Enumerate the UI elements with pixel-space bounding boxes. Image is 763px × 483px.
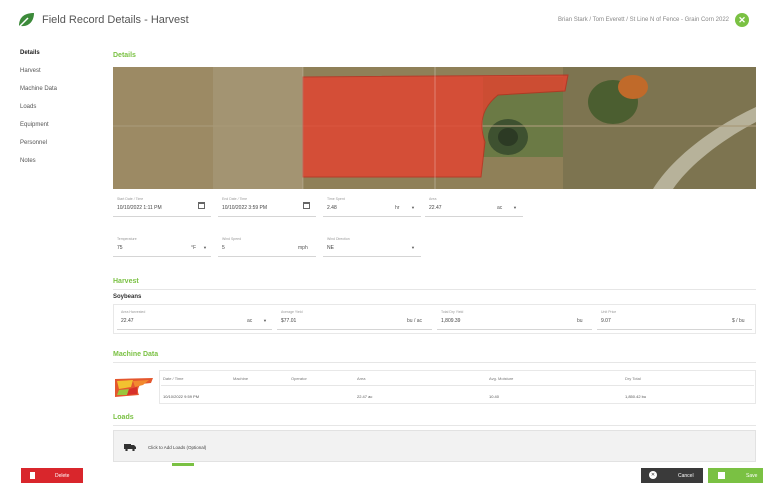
column-header: Operator: [291, 376, 307, 381]
divider: [113, 289, 756, 290]
field-value: 22.47: [429, 205, 442, 211]
calendar-icon[interactable]: [303, 202, 310, 209]
average-yield-field[interactable]: Average Yield $77.01 bu / ac: [277, 308, 432, 330]
chevron-down-icon[interactable]: ▼: [263, 318, 267, 323]
header: Field Record Details - Harvest Brian Sta…: [0, 0, 763, 40]
scroll-indicator: [172, 463, 194, 466]
field-value: 75: [117, 245, 123, 251]
leaf-logo-icon: [18, 13, 34, 28]
field-value: 9.07: [601, 318, 611, 324]
field-value: $77.01: [281, 318, 297, 324]
field-unit: mph: [298, 245, 308, 251]
field-value: NE: [327, 245, 334, 251]
field-map[interactable]: [113, 67, 756, 189]
details-section-title: Details: [113, 52, 136, 59]
sidebar-item-personnel[interactable]: Personnel: [0, 134, 100, 152]
breadcrumb[interactable]: Brian Stark / Tom Everett / St Line N of…: [558, 17, 729, 23]
save-button-label: Save: [746, 473, 758, 479]
field-label: Area: [429, 197, 437, 201]
sidebar-item-loads[interactable]: Loads: [0, 98, 100, 116]
chevron-down-icon[interactable]: ▼: [411, 205, 415, 210]
field-label: End Date / Time: [222, 197, 248, 201]
sidebar: Details Harvest Machine Data Loads Equip…: [0, 44, 100, 170]
field-unit: bu: [577, 318, 583, 324]
field-label: Wind Direction: [327, 237, 350, 241]
field-label: Average Yield: [281, 310, 303, 314]
truck-icon: [124, 444, 136, 451]
field-label: Area Harvested: [121, 310, 146, 314]
column-header: Avg. Moisture: [489, 376, 514, 381]
wind-direction-field[interactable]: Wind Direction NE ▼: [323, 235, 421, 257]
field-label: Time Spent: [327, 197, 345, 201]
field-label: Total Dry Yield: [441, 310, 464, 314]
trash-icon: [30, 472, 35, 479]
field-value: 5: [222, 245, 225, 251]
divider: [113, 362, 756, 363]
cancel-button[interactable]: ✕ Cancel: [641, 468, 703, 483]
column-header: Machine: [233, 376, 249, 381]
machine-data-table: [159, 370, 756, 404]
field-value: 1,809.39: [441, 318, 461, 324]
yield-map-thumbnail[interactable]: [113, 375, 155, 399]
divider: [113, 425, 756, 426]
area-harvested-field[interactable]: Area Harvested 22.47 ac ▼: [117, 308, 272, 330]
table-cell-moisture: 10.40: [489, 394, 500, 399]
sidebar-item-harvest[interactable]: Harvest: [0, 62, 100, 80]
calendar-icon[interactable]: [198, 202, 205, 209]
field-label: Temperature: [117, 237, 137, 241]
sidebar-item-details[interactable]: Details: [0, 44, 100, 62]
footer-actions: Delete ✕ Cancel Save: [0, 468, 763, 483]
loads-section-title: Loads: [113, 414, 134, 421]
field-value: 2.48: [327, 205, 337, 211]
add-loads-button[interactable]: Click to Add Loads (Optional): [113, 430, 756, 462]
page-title: Field Record Details - Harvest: [42, 14, 189, 26]
app-window: Field Record Details - Harvest Brian Sta…: [0, 0, 763, 483]
end-datetime-field[interactable]: End Date / Time 10/10/2022 3:59 PM: [218, 195, 316, 217]
field-unit: bu / ac: [407, 318, 423, 324]
sidebar-item-equipment[interactable]: Equipment: [0, 116, 100, 134]
column-header: Date / Time: [163, 376, 184, 381]
field-label: Start Date / Time: [117, 197, 144, 201]
field-value: 10/10/2022 1:11 PM: [117, 205, 162, 211]
delete-button-label: Delete: [55, 473, 70, 479]
unit-price-field[interactable]: Unit Price 9.07 $ / bu: [597, 308, 752, 330]
field-unit: hr: [395, 205, 400, 211]
sidebar-item-machine-data[interactable]: Machine Data: [0, 80, 100, 98]
sidebar-item-notes[interactable]: Notes: [0, 152, 100, 170]
total-dry-yield-field[interactable]: Total Dry Yield 1,809.39 bu: [437, 308, 592, 330]
field-value: 10/10/2022 3:59 PM: [222, 205, 268, 211]
save-icon: [718, 472, 725, 479]
field-unit: $ / bu: [732, 318, 745, 324]
column-header: Dry Total: [625, 376, 641, 381]
chevron-down-icon[interactable]: ▼: [513, 205, 517, 210]
temperature-field[interactable]: Temperature 75 °F ▼: [113, 235, 211, 257]
delete-button[interactable]: Delete: [21, 468, 83, 483]
chevron-down-icon[interactable]: ▼: [203, 245, 207, 250]
field-label: Wind Speed: [222, 237, 242, 241]
table-cell-dry-total: 1,850.42 bu: [625, 394, 647, 399]
add-loads-label: Click to Add Loads (Optional): [148, 445, 207, 450]
table-cell-area: 22.47 ac: [357, 394, 373, 399]
close-icon[interactable]: ✕: [735, 13, 749, 27]
field-value: 22.47: [121, 318, 134, 324]
chevron-down-icon[interactable]: ▼: [411, 245, 415, 250]
field-unit: ac: [247, 318, 253, 324]
cancel-button-label: Cancel: [678, 473, 694, 479]
machine-data-section-title: Machine Data: [113, 351, 159, 358]
harvest-section-title: Harvest: [113, 278, 139, 285]
field-unit: ac: [497, 205, 503, 211]
start-datetime-field[interactable]: Start Date / Time 10/10/2022 1:11 PM: [113, 195, 211, 217]
crop-name: Soybeans: [113, 294, 142, 300]
table-divider: [161, 385, 754, 386]
field-unit: °F: [191, 245, 197, 251]
area-field[interactable]: Area 22.47 ac ▼: [425, 195, 523, 217]
time-spent-field[interactable]: Time Spent 2.48 hr ▼: [323, 195, 421, 217]
wind-speed-field[interactable]: Wind Speed 5 mph: [218, 235, 316, 257]
cancel-icon: ✕: [649, 471, 657, 479]
column-header: Area: [357, 376, 366, 381]
field-label: Unit Price: [601, 310, 617, 314]
save-button[interactable]: Save: [708, 468, 763, 483]
table-cell-datetime: 10/10/2022 9:59 PM: [163, 394, 200, 399]
